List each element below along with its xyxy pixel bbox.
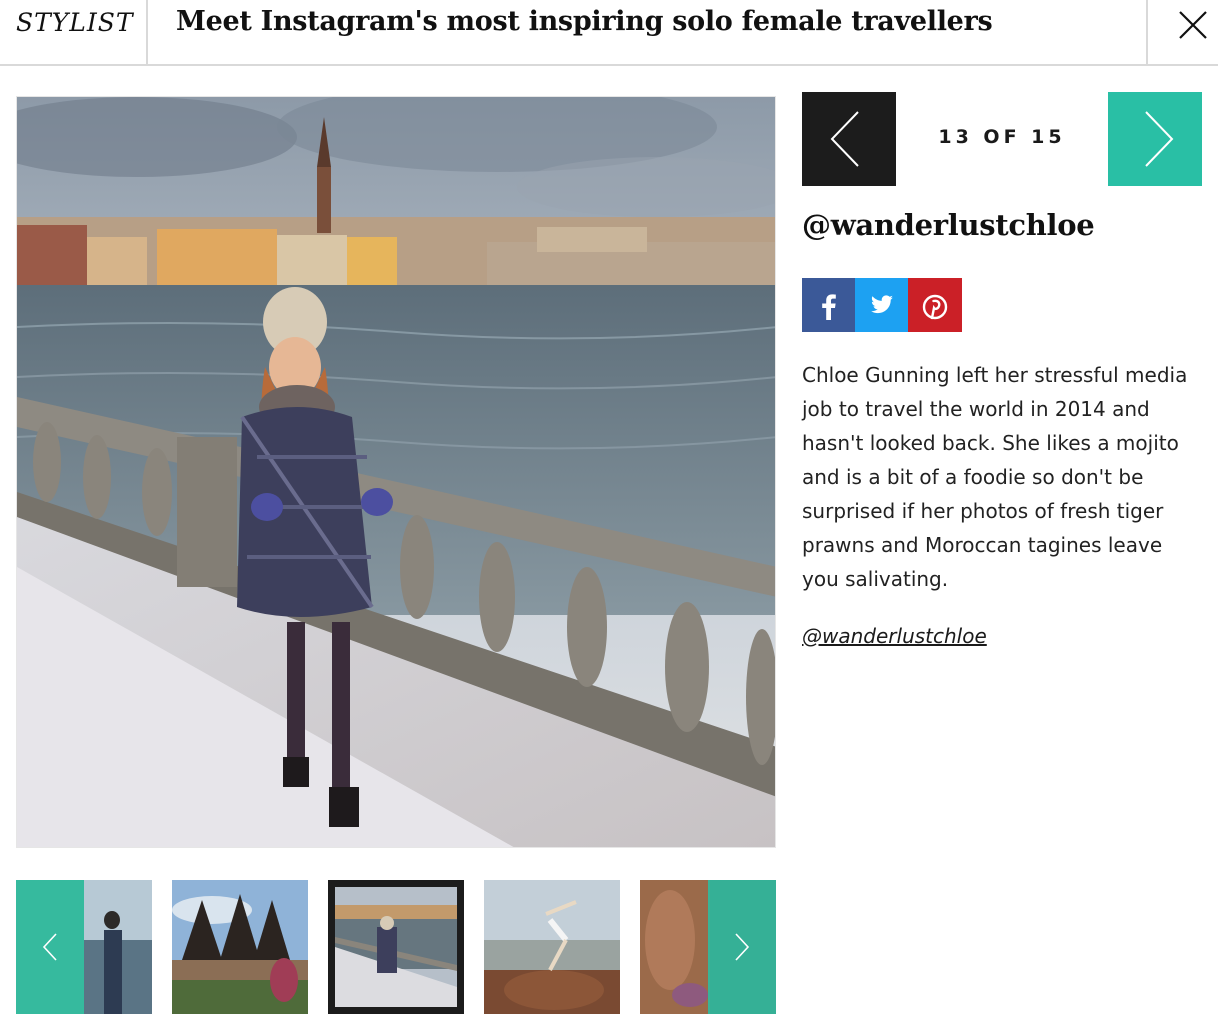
twitter-share-button[interactable]: [855, 278, 909, 332]
thumbnail-item[interactable]: [640, 880, 776, 1014]
pinterest-icon: [922, 294, 948, 320]
thumbnail-item[interactable]: [484, 880, 620, 1014]
thumbnail-item-selected[interactable]: [328, 880, 464, 1014]
slide-handle: @wanderlustchloe: [802, 208, 1095, 242]
close-icon: [1179, 11, 1207, 39]
thumbnail-item[interactable]: [16, 880, 152, 1014]
thumbnails-prev-button[interactable]: [16, 880, 84, 1014]
page-title: Meet Instagram's most inspiring solo fem…: [176, 6, 993, 37]
instagram-profile-link[interactable]: @wanderlustchloe: [802, 624, 987, 648]
chevron-right-icon: [1145, 111, 1174, 167]
facebook-icon: [822, 294, 836, 320]
next-slide-button[interactable]: [1108, 92, 1202, 186]
twitter-icon: [871, 295, 893, 314]
chevron-right-icon: [735, 933, 750, 961]
pinterest-share-button[interactable]: [908, 278, 962, 332]
previous-slide-button[interactable]: [802, 92, 896, 186]
chevron-left-icon: [830, 111, 859, 167]
main-slide-photo: [16, 96, 776, 848]
stylist-logo[interactable]: STYLIST: [0, 0, 148, 64]
facebook-share-button[interactable]: [802, 278, 856, 332]
slide-counter: 13 OF 15: [938, 126, 1066, 148]
close-button[interactable]: [1146, 0, 1218, 64]
chevron-left-icon: [42, 933, 57, 961]
slide-description: Chloe Gunning left her stressful media j…: [802, 363, 1188, 591]
thumbnail-item[interactable]: [172, 880, 308, 1014]
thumbnails-next-button[interactable]: [708, 880, 776, 1014]
header-bar: STYLIST Meet Instagram's most inspiring …: [0, 0, 1218, 66]
